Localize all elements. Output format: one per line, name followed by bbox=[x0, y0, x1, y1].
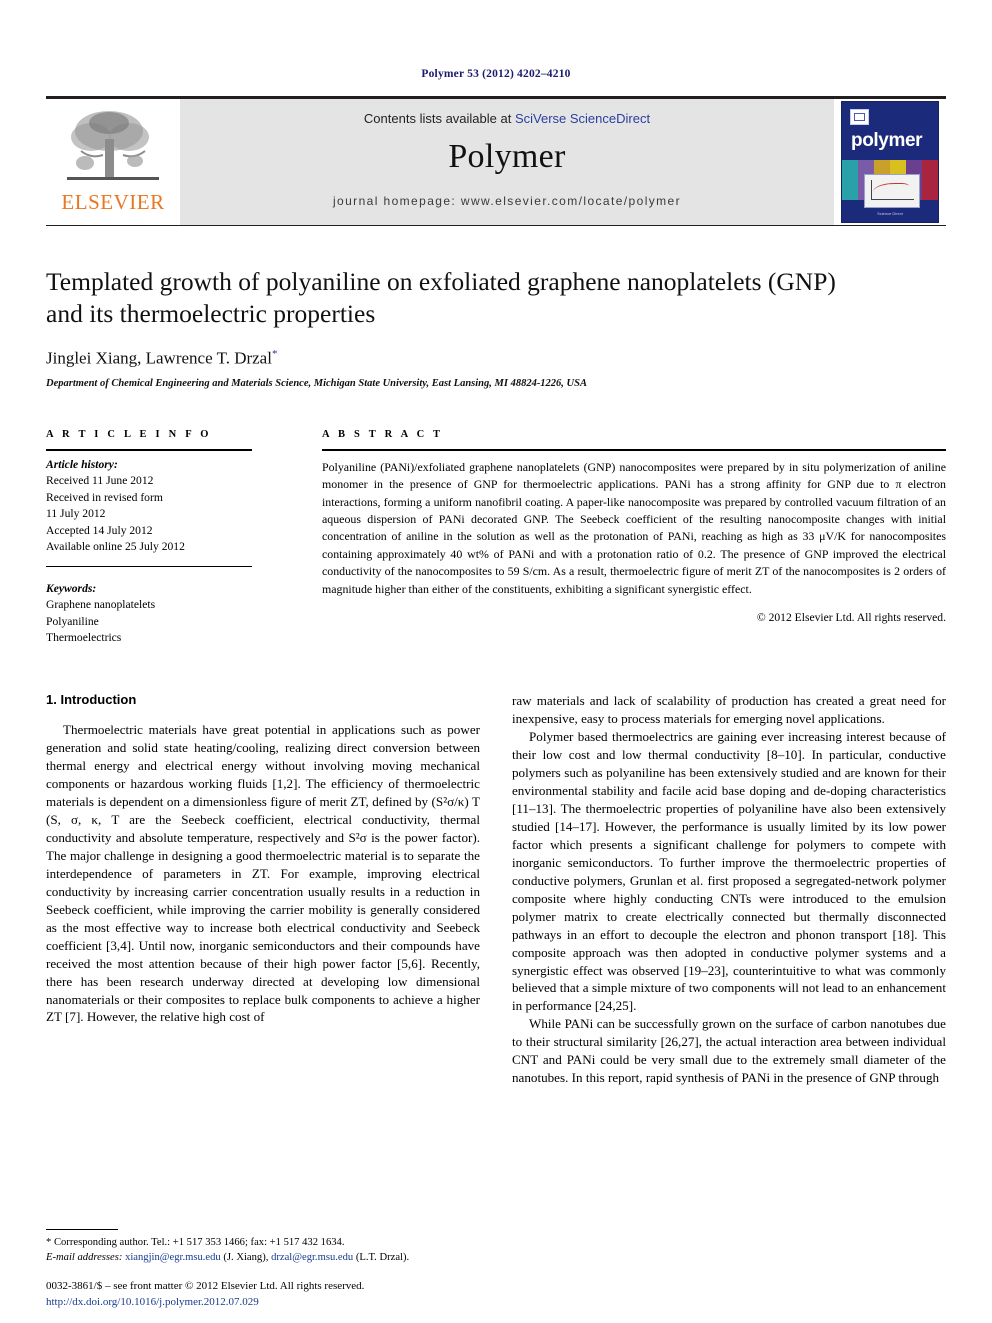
email-link-drzal[interactable]: drzal@egr.msu.edu bbox=[271, 1252, 353, 1263]
email-owner-drzal: (L.T. Drzal). bbox=[355, 1251, 410, 1263]
abstract-heading: A B S T R A C T bbox=[322, 428, 444, 440]
article-info-heading: A R T I C L E I N F O bbox=[46, 428, 212, 440]
paragraph-continued: raw materials and lack of scalability of… bbox=[512, 693, 946, 727]
email-link-xiang[interactable]: xiangjin@egr.msu.edu bbox=[125, 1252, 221, 1263]
paragraph: Thermoelectric materials have great pote… bbox=[46, 722, 480, 1025]
abstract-column: A B S T R A C T Polyaniline (PANi)/exfol… bbox=[278, 429, 946, 647]
affiliation: Department of Chemical Engineering and M… bbox=[46, 377, 587, 389]
keyword-item: Thermoelectrics bbox=[46, 630, 122, 644]
history-line: 11 July 2012 bbox=[46, 507, 106, 521]
article-info-rule bbox=[46, 448, 252, 451]
corresponding-author-marker[interactable]: * bbox=[272, 348, 278, 360]
footnote-block: * Corresponding author. Tel.: +1 517 353… bbox=[46, 1228, 476, 1265]
contents-available-line: Contents lists available at SciVerse Sci… bbox=[364, 111, 650, 126]
elsevier-wordmark: ELSEVIER bbox=[61, 190, 165, 214]
paragraph: While PANi can be successfully grown on … bbox=[512, 1016, 946, 1086]
sciencedirect-link[interactable]: SciVerse ScienceDirect bbox=[515, 111, 650, 126]
issn-line: 0032-3861/$ – see front matter © 2012 El… bbox=[46, 1280, 365, 1293]
history-line: Received 11 June 2012 bbox=[46, 474, 154, 488]
journal-title: Polymer bbox=[448, 138, 566, 175]
email-label: E-mail addresses: bbox=[46, 1251, 123, 1263]
corresponding-author-note: * Corresponding author. Tel.: +1 517 353… bbox=[46, 1236, 345, 1248]
body-column-right: raw materials and lack of scalability of… bbox=[512, 692, 946, 1087]
running-head: Polymer 53 (2012) 4202–4210 bbox=[421, 68, 571, 80]
journal-cover-thumbnail: polymer Science Direct bbox=[834, 99, 946, 225]
footnote-rule bbox=[46, 1228, 118, 1230]
body-columns: 1. Introduction Thermoelectric materials… bbox=[46, 692, 946, 1087]
cover-image: polymer Science Direct bbox=[841, 101, 939, 223]
paragraph: Polymer based thermoelectrics are gainin… bbox=[512, 729, 946, 1014]
abstract-rule bbox=[322, 448, 946, 451]
email-addresses-note: E-mail addresses: xiangjin@egr.msu.edu (… bbox=[46, 1250, 476, 1265]
journal-masthead: ELSEVIER Contents lists available at Sci… bbox=[46, 96, 946, 226]
doi-link[interactable]: http://dx.doi.org/10.1016/j.polymer.2012… bbox=[46, 1295, 516, 1311]
elsevier-logo: ELSEVIER bbox=[46, 99, 180, 225]
masthead-center: Contents lists available at SciVerse Sci… bbox=[180, 99, 834, 225]
history-line: Available online 25 July 2012 bbox=[46, 540, 185, 554]
keywords-block: Keywords: Graphene nanoplatelets Polyani… bbox=[46, 581, 252, 647]
history-line: Accepted 14 July 2012 bbox=[46, 523, 153, 537]
author-names: Jinglei Xiang, Lawrence T. Drzal bbox=[46, 348, 272, 368]
body-column-left: 1. Introduction Thermoelectric materials… bbox=[46, 692, 480, 1087]
article-history: Article history: Received 11 June 2012 R… bbox=[46, 457, 252, 556]
author-list: Jinglei Xiang, Lawrence T. Drzal* bbox=[46, 348, 946, 369]
cover-publisher-logo-icon bbox=[850, 109, 869, 125]
article-page: Polymer 53 (2012) 4202–4210 ELSEVIER Con… bbox=[0, 0, 992, 1323]
abstract-text: Polyaniline (PANi)/exfoliated graphene n… bbox=[322, 459, 946, 596]
cover-inset-chart bbox=[864, 174, 920, 208]
email-owner-xiang: (J. Xiang), bbox=[223, 1251, 269, 1263]
page-title: Templated growth of polyaniline on exfol… bbox=[46, 267, 836, 329]
issn-doi-block: 0032-3861/$ – see front matter © 2012 El… bbox=[46, 1279, 516, 1311]
section-heading-introduction: 1. Introduction bbox=[46, 692, 137, 708]
article-info-column: A R T I C L E I N F O Article history: R… bbox=[46, 429, 278, 647]
contents-prefix: Contents lists available at bbox=[363, 111, 515, 126]
info-abstract-region: A R T I C L E I N F O Article history: R… bbox=[46, 429, 946, 647]
keywords-label: Keywords: bbox=[46, 581, 97, 595]
cover-footer-text: Science Direct bbox=[877, 211, 903, 216]
cover-journal-name: polymer bbox=[851, 130, 923, 151]
elsevier-tree-icon bbox=[67, 111, 159, 180]
keywords-rule bbox=[46, 565, 252, 567]
history-line: Received in revised form bbox=[46, 490, 163, 504]
abstract-copyright: © 2012 Elsevier Ltd. All rights reserved… bbox=[756, 610, 946, 624]
article-history-label: Article history: bbox=[46, 457, 118, 471]
journal-homepage[interactable]: journal homepage: www.elsevier.com/locat… bbox=[333, 194, 681, 208]
keyword-item: Graphene nanoplatelets bbox=[46, 598, 156, 612]
keyword-item: Polyaniline bbox=[46, 614, 99, 628]
title-block: Templated growth of polyaniline on exfol… bbox=[46, 266, 946, 389]
